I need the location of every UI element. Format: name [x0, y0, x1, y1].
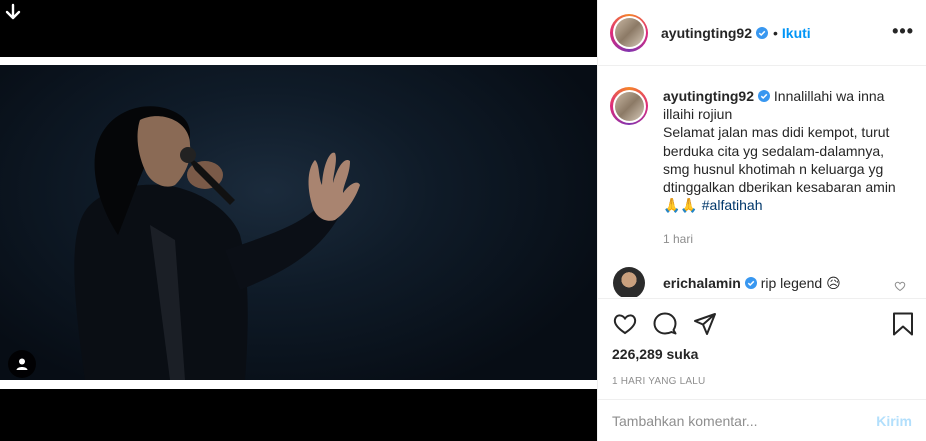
add-comment-bar: Kirim — [598, 399, 926, 441]
comment-input[interactable] — [612, 412, 877, 429]
post-media — [0, 0, 597, 441]
singer-photo-illustration — [74, 106, 360, 380]
media-divider-bottom — [0, 380, 597, 389]
comment-username[interactable]: erichalamin — [663, 275, 741, 291]
verified-badge-icon — [758, 90, 771, 102]
post-timestamp[interactable]: 1 HARI YANG LALU — [598, 362, 926, 387]
media-divider-top — [0, 57, 597, 65]
post-caption: ayutingting92 Innalillahi wa inna illaih… — [598, 67, 926, 249]
action-icons — [598, 299, 926, 339]
verified-badge-icon — [756, 26, 769, 39]
post-details-panel: ayutingting92 • Ikuti ••• ayutingting92 … — [597, 0, 926, 441]
post-comment-button[interactable]: Kirim — [876, 413, 912, 429]
verified-badge-icon — [744, 276, 757, 289]
likes-count[interactable]: 226,289 suka — [598, 339, 926, 362]
post-actions: 226,289 suka 1 HARI YANG LALU — [598, 298, 926, 390]
post-photo[interactable] — [0, 65, 597, 380]
comment-body: rip legend — [760, 274, 823, 291]
comment-icon[interactable] — [652, 311, 678, 337]
caption-username[interactable]: ayutingting92 — [663, 88, 754, 104]
post-header: ayutingting92 • Ikuti ••• — [598, 0, 926, 66]
caption-timestamp[interactable]: 1 hari — [663, 230, 903, 248]
caption-text: ayutingting92 Innalillahi wa inna illaih… — [663, 87, 903, 249]
comment-text: erichalamin rip legend 😥 — [663, 275, 841, 292]
separator-dot: • — [773, 24, 778, 41]
caption-line-2: Selamat jalan mas didi kempot, turut ber… — [663, 124, 896, 196]
heart-icon[interactable] — [612, 311, 638, 337]
prayer-emoji: 🙏🙏 — [663, 197, 698, 214]
user-tag-icon[interactable] — [8, 350, 36, 378]
bookmark-icon[interactable] — [890, 311, 916, 337]
hashtag-link[interactable]: #alfatihah — [702, 197, 763, 213]
comments-list[interactable]: ayutingting92 Innalillahi wa inna illaih… — [598, 67, 926, 297]
share-icon[interactable] — [692, 311, 718, 337]
more-options-icon[interactable]: ••• — [892, 22, 914, 40]
comment-like-icon[interactable] — [894, 280, 906, 292]
follow-button[interactable]: Ikuti — [782, 25, 811, 41]
download-icon[interactable] — [4, 3, 22, 21]
header-username[interactable]: ayutingting92 — [661, 25, 752, 41]
avatar[interactable] — [610, 13, 648, 52]
comment-item: erichalamin rip legend 😥 — [598, 267, 926, 297]
sad-emoji: 😥 — [826, 274, 841, 291]
comment-avatar[interactable] — [613, 267, 645, 297]
caption-avatar[interactable] — [610, 87, 648, 125]
